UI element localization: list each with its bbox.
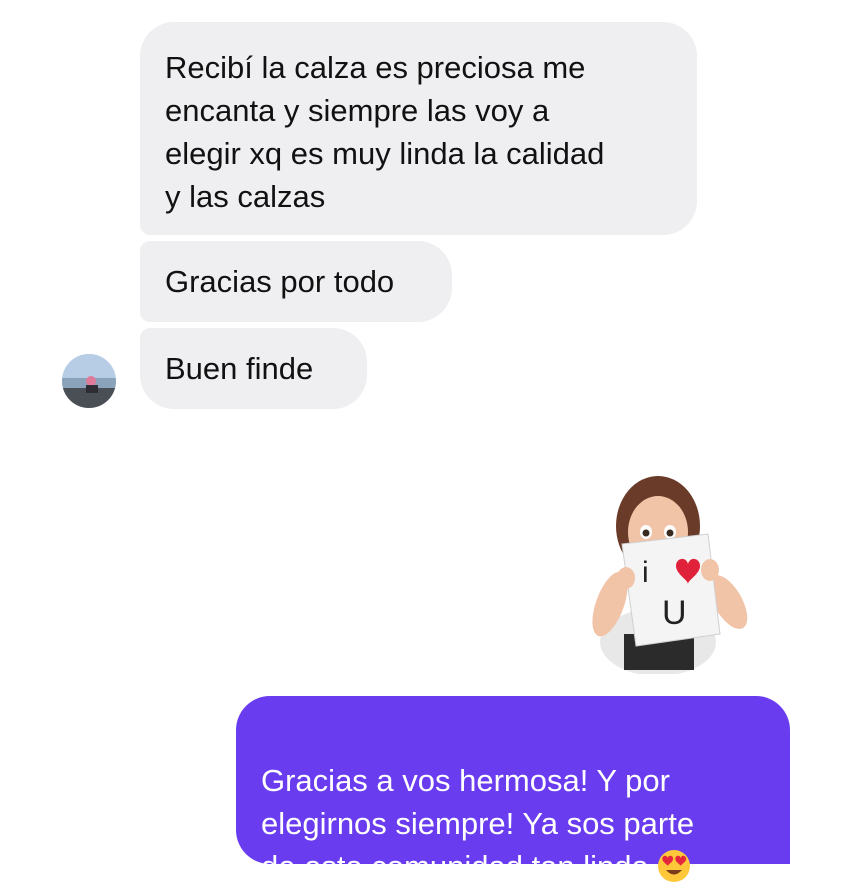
sticker[interactable]: i U	[580, 474, 760, 676]
incoming-message[interactable]: Buen finde	[140, 328, 367, 409]
svg-text:U: U	[662, 594, 687, 632]
avatar[interactable]	[62, 354, 116, 408]
chat-thread: Recibí la calza es preciosa me encanta y…	[0, 0, 864, 884]
heart-eyes-sticker-girl-icon: i U	[592, 476, 748, 676]
heart-eyes-emoji-icon	[657, 849, 691, 894]
outgoing-message[interactable]: Gracias a vos hermosa! Y por elegirnos s…	[236, 696, 790, 884]
outgoing-message-text: Gracias a vos hermosa! Y por elegirnos s…	[261, 763, 695, 884]
incoming-message[interactable]: Gracias por todo	[140, 241, 452, 322]
avatar-photo-icon	[62, 354, 116, 408]
svg-text:i: i	[642, 556, 649, 589]
incoming-message[interactable]: Recibí la calza es preciosa me encanta y…	[140, 22, 697, 235]
